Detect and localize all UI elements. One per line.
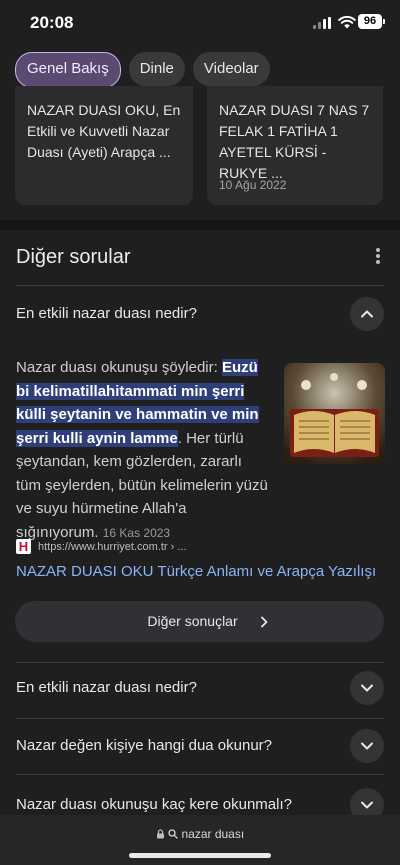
more-options-icon[interactable] — [373, 248, 383, 264]
chevron-down-icon — [361, 742, 373, 750]
more-results-button[interactable]: Diğer sonuçlar — [15, 601, 384, 642]
divider — [16, 285, 384, 286]
cellular-signal-icon — [313, 17, 333, 29]
video-card[interactable]: NAZAR DUASI 7 NAS 7 FELAK 1 FATİHA 1 AYE… — [207, 86, 383, 205]
expand-button[interactable] — [350, 729, 384, 763]
divider — [16, 718, 384, 719]
divider — [16, 774, 384, 775]
address-text: nazar duası — [181, 827, 245, 841]
lock-icon — [156, 829, 164, 839]
video-card-title: NAZAR DUASI 7 NAS 7 FELAK 1 FATİHA 1 AYE… — [219, 102, 370, 181]
chevron-right-icon — [261, 616, 268, 628]
chevron-down-icon — [361, 684, 373, 692]
home-indicator[interactable] — [129, 853, 271, 858]
chevron-up-icon — [361, 310, 373, 318]
site-favicon-icon: H — [16, 539, 31, 554]
question-text: En etkili nazar duası nedir? — [16, 305, 197, 322]
address-text-row: nazar duası — [0, 827, 400, 841]
source-url: https://www.hurriyet.com.tr › ... — [38, 541, 187, 553]
question-row[interactable]: En etkili nazar duası nedir? — [0, 662, 400, 714]
other-questions-section: Diğer sorular En etkili nazar duası nedi… — [0, 230, 400, 865]
answer-intro: Nazar duası okunuşu şöyledir: — [16, 359, 222, 376]
address-bar[interactable]: nazar duası — [0, 815, 400, 865]
battery-icon: 96 — [358, 14, 385, 29]
video-card-title: NAZAR DUASI OKU, En Etkili ve Kuvvetli N… — [27, 102, 181, 160]
section-title: Diğer sorular — [16, 246, 131, 268]
video-cards: NAZAR DUASI OKU, En Etkili ve Kuvvetli N… — [0, 86, 400, 206]
video-card-date: 10 Ağu 2022 — [219, 178, 287, 192]
question-row-expanded[interactable]: En etkili nazar duası nedir? — [0, 288, 400, 340]
expand-button[interactable] — [350, 671, 384, 705]
chevron-down-icon — [361, 801, 373, 809]
result-tabs: Genel Bakış Dinle Videolar — [15, 52, 270, 88]
answer-thumbnail-image[interactable] — [284, 363, 385, 464]
question-text: Nazar değen kişiye hangi dua okunur? — [16, 737, 273, 754]
search-icon — [168, 829, 178, 839]
answer-date: 16 Kas 2023 — [102, 525, 171, 540]
answer-snippet: Nazar duası okunuşu şöyledir: Euzü bi ke… — [16, 356, 271, 545]
video-card[interactable]: NAZAR DUASI OKU, En Etkili ve Kuvvetli N… — [15, 86, 193, 205]
more-results-label: Diğer sonuçlar — [147, 613, 238, 629]
status-time: 20:08 — [30, 13, 74, 32]
wifi-icon — [338, 15, 356, 29]
collapse-button[interactable] — [350, 297, 384, 331]
source-link[interactable]: NAZAR DUASI OKU Türkçe Anlamı ve Arapça … — [16, 563, 376, 580]
section-divider — [0, 220, 400, 230]
status-bar: 20:08 96 — [0, 0, 400, 46]
question-text: En etkili nazar duası nedir? — [16, 679, 197, 696]
question-row[interactable]: Nazar değen kişiye hangi dua okunur? — [0, 720, 400, 772]
tab-videolar[interactable]: Videolar — [192, 52, 270, 86]
tab-dinle[interactable]: Dinle — [128, 52, 185, 86]
tab-genel-bakis[interactable]: Genel Bakış — [15, 52, 121, 88]
